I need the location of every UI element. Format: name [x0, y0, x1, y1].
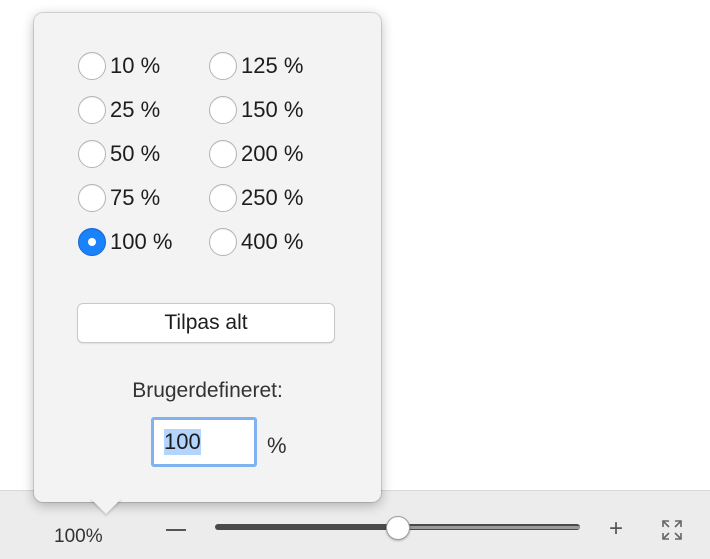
- custom-zoom-unit: %: [267, 433, 287, 458]
- radio-unchecked-icon[interactable]: [209, 52, 237, 80]
- zoom-option-label: 10 %: [110, 53, 161, 78]
- zoom-option-radio[interactable]: 200 %: [209, 139, 303, 169]
- radio-unchecked-icon[interactable]: [78, 140, 106, 168]
- radio-unchecked-icon[interactable]: [78, 184, 106, 212]
- zoom-option-radio[interactable]: 10 %: [78, 51, 160, 81]
- zoom-slider-track-remaining: [396, 526, 580, 529]
- zoom-popover: 10 % 25 % 50 % 75 % 100 % 125 % 150 % 200 % 250 …: [34, 13, 381, 502]
- custom-zoom-input[interactable]: [151, 417, 257, 467]
- radio-checked-icon[interactable]: [78, 228, 106, 256]
- minus-icon[interactable]: [166, 529, 186, 531]
- zoom-option-label: 200 %: [241, 141, 304, 166]
- radio-unchecked-icon[interactable]: [209, 184, 237, 212]
- zoom-option-label: 125 %: [241, 53, 304, 78]
- zoom-option-radio[interactable]: 75 %: [78, 183, 160, 213]
- radio-unchecked-icon[interactable]: [209, 228, 237, 256]
- zoom-option-label: 25 %: [110, 97, 161, 122]
- zoom-slider-thumb[interactable]: [386, 516, 410, 540]
- zoom-option-label: 400 %: [241, 229, 304, 254]
- zoom-option-label: 250 %: [241, 185, 304, 210]
- zoom-option-label: 150 %: [241, 97, 304, 122]
- zoom-option-label: 100 %: [110, 229, 173, 254]
- radio-unchecked-icon[interactable]: [78, 96, 106, 124]
- fit-to-window-icon[interactable]: [661, 519, 683, 541]
- popover-arrow: [90, 498, 122, 514]
- zoom-option-radio[interactable]: 400 %: [209, 227, 303, 257]
- zoom-option-radio[interactable]: 125 %: [209, 51, 303, 81]
- radio-unchecked-icon[interactable]: [209, 96, 237, 124]
- radio-unchecked-icon[interactable]: [78, 52, 106, 80]
- zoom-option-label: 50 %: [110, 141, 161, 166]
- zoom-level-label[interactable]: 100%: [54, 526, 103, 548]
- plus-icon[interactable]: +: [609, 517, 623, 541]
- zoom-option-radio[interactable]: 100 %: [78, 227, 172, 257]
- radio-unchecked-icon[interactable]: [209, 140, 237, 168]
- zoom-option-radio[interactable]: 50 %: [78, 139, 160, 169]
- zoom-option-radio[interactable]: 150 %: [209, 95, 303, 125]
- zoom-option-label: 75 %: [110, 185, 161, 210]
- zoom-option-radio[interactable]: 250 %: [209, 183, 303, 213]
- fit-all-button[interactable]: Tilpas alt: [77, 303, 335, 343]
- custom-zoom-label: Brugerdefineret:: [132, 379, 283, 402]
- zoom-option-radio[interactable]: 25 %: [78, 95, 160, 125]
